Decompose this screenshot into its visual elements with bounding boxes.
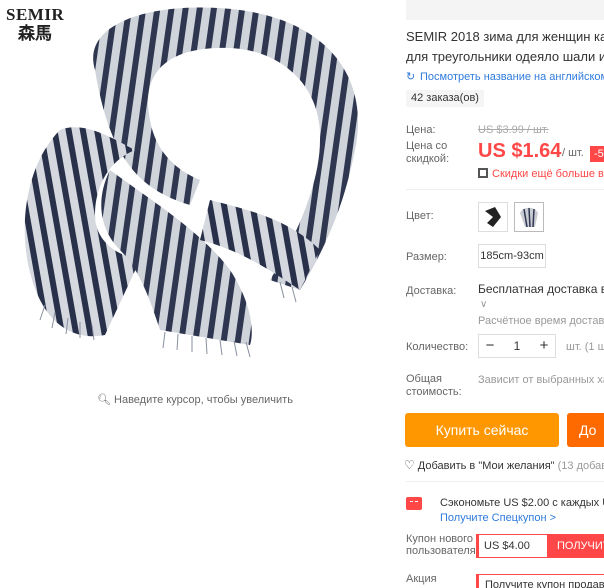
buy-now-button[interactable]: Купить сейчас <box>405 413 559 447</box>
product-gallery: SEMIR 森馬 🔍︎ Наведите курсор, чтобы увелич… <box>0 0 390 588</box>
qr-code-icon <box>478 168 488 178</box>
wishlist-text: Добавить в "Мои желания" <box>417 460 555 472</box>
heart-icon: ♡ <box>404 458 415 472</box>
wishlist-count: (13 добав <box>557 460 604 472</box>
new-user-coupon-amount: US $4.00 <box>484 540 530 552</box>
brand-logo: SEMIR 森馬 <box>6 5 80 45</box>
magnifier-icon: 🔍︎ <box>97 394 112 406</box>
get-coupon-link[interactable]: Получите Спецкупон > <box>440 512 556 524</box>
price-label: Цена: <box>406 124 436 136</box>
quantity-stepper: − 1 + <box>478 334 556 358</box>
chevron-down-icon[interactable]: ∨ <box>480 299 487 310</box>
translate-icon: ↻ <box>406 71 416 83</box>
size-option[interactable]: 185cm-93cm <box>478 244 546 268</box>
total-label-line2: стоимость: <box>406 386 462 398</box>
color-swatch-striped[interactable] <box>514 202 544 232</box>
shipping-time: Расчётное время доставки <box>478 315 604 327</box>
add-to-cart-button[interactable]: До <box>567 413 604 447</box>
scarf-black-thumb-icon <box>485 207 501 227</box>
new-user-label-line2: пользователя <box>406 545 476 557</box>
seller-coupon-button[interactable]: Получите купон продав <box>476 574 604 588</box>
discount-badge: -5 <box>590 146 604 162</box>
quantity-minus-button[interactable]: − <box>479 335 501 357</box>
discount-price-label: Цена со скидкой: <box>406 140 449 166</box>
product-details: SEMIR 2018 зима для женщин каш для треуг… <box>390 0 604 588</box>
old-price: US $3.99 / шт. <box>478 124 549 136</box>
total-value: Зависит от выбранных ха <box>478 374 604 386</box>
top-strip <box>406 0 604 20</box>
divider <box>406 189 604 190</box>
per-unit: / шт. <box>562 147 584 159</box>
total-label: Общая стоимость: <box>406 373 462 399</box>
product-image[interactable] <box>0 0 390 380</box>
coupon-icon <box>406 497 422 510</box>
new-user-coupon: US $4.00 ПОЛУЧИТ <box>476 534 604 558</box>
product-title-line2: для треугольники одеяло шали и <box>406 49 604 64</box>
get-new-user-coupon-button[interactable]: ПОЛУЧИТ <box>547 535 604 557</box>
translate-link-text: Посмотреть название на английском <box>420 71 604 83</box>
product-title: SEMIR 2018 зима для женщин каш для треуг… <box>406 27 604 67</box>
quantity-unit: шт. (1 ш <box>566 341 604 353</box>
divider <box>406 481 604 482</box>
discount-label-line2: скидкой: <box>406 153 450 165</box>
discount-price: US $1.64 <box>478 140 562 162</box>
promo-label: Акция <box>406 573 437 585</box>
product-title-line1: SEMIR 2018 зима для женщин каш <box>406 29 604 44</box>
shipping-label: Доставка: <box>406 285 457 297</box>
discount-label-line1: Цена со <box>406 140 448 152</box>
quantity-label: Количество: <box>406 341 469 353</box>
total-label-line1: Общая <box>406 373 442 385</box>
quantity-input[interactable]: 1 <box>501 335 533 357</box>
scarf-striped-thumb-icon <box>520 207 538 228</box>
shipping-value[interactable]: Бесплатная доставка в Р <box>478 282 604 296</box>
color-label: Цвет: <box>406 210 434 222</box>
color-swatch-black[interactable] <box>478 202 508 232</box>
zoom-hint-text: Наведите курсор, чтобы увеличить <box>114 394 293 406</box>
new-user-coupon-label: Купон нового пользователя <box>406 533 476 557</box>
quantity-plus-button[interactable]: + <box>533 335 555 357</box>
zoom-hint: 🔍︎ Наведите курсор, чтобы увеличить <box>0 393 390 406</box>
wishlist-link[interactable]: ♡ Добавить в "Мои желания" (13 добав <box>404 458 604 472</box>
brand-logo-cn: 森馬 <box>18 24 52 44</box>
new-user-label-line1: Купон нового <box>406 533 474 545</box>
save-coupon-text: Сэкономьте US $2.00 с каждых US <box>440 497 604 509</box>
brand-logo-text: SEMIR <box>6 5 65 24</box>
app-sale-note[interactable]: Скидки ещё больше в P <box>478 168 604 180</box>
app-sale-note-text: Скидки ещё больше в P <box>492 168 604 180</box>
orders-count: 42 заказа(ов) <box>406 90 484 107</box>
size-label: Размер: <box>406 251 447 263</box>
translate-link[interactable]: ↻ Посмотреть название на английском <box>406 70 604 83</box>
